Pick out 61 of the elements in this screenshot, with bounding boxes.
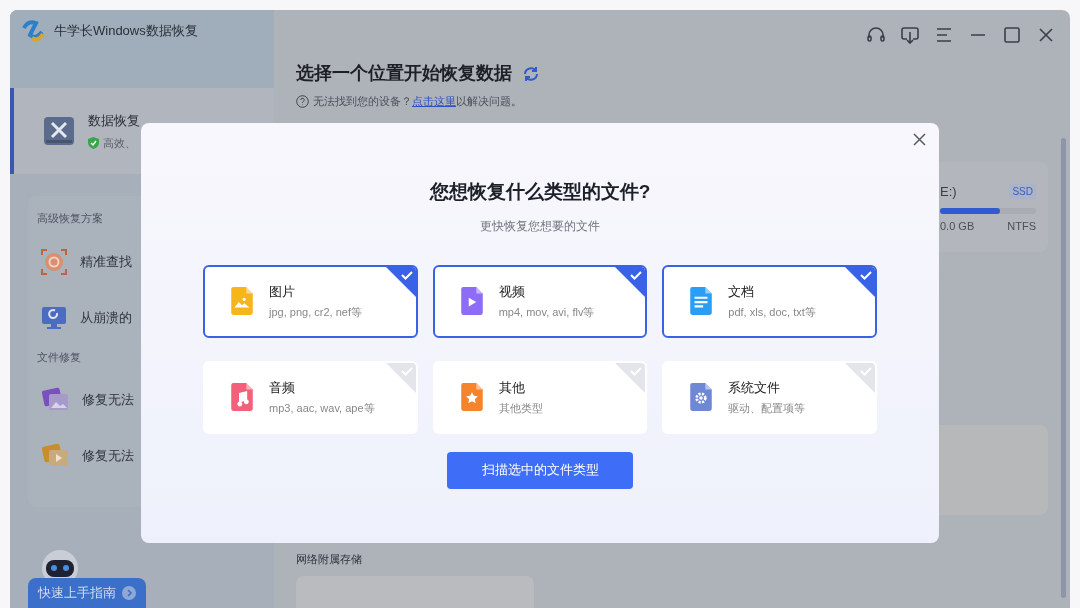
file-type-extensions: mp4, mov, avi, flv等 xyxy=(498,305,595,320)
sidebar-item-subtitle: 高效、 xyxy=(103,135,136,151)
dialog-title: 您想恢复什么类型的文件? xyxy=(429,180,651,204)
file-type-extensions: 其他类型 xyxy=(498,401,543,416)
file-type-name: 其他 xyxy=(498,378,526,397)
file-type-card[interactable]: 视频 mp4, mov, avi, flv等 xyxy=(432,264,648,338)
sidebar-item[interactable]: 修复无法 xyxy=(28,431,264,481)
corner-check-icon xyxy=(845,362,875,393)
document-icon xyxy=(688,287,715,315)
file-type-card[interactable]: 音频 mp3, aac, wav, ape等 xyxy=(203,360,418,434)
scrollbar[interactable] xyxy=(1061,138,1066,598)
page-title: 选择一个位置开始恢复数据 xyxy=(296,62,512,85)
file-type-card[interactable]: 图片 jpg, png, cr2, nef等 xyxy=(203,264,418,338)
scan-button[interactable]: 扫描选中的文件类型 xyxy=(447,451,633,489)
file-type-name: 音频 xyxy=(269,378,296,397)
app-logo-icon xyxy=(20,18,46,44)
corner-check-icon xyxy=(615,362,646,393)
star-file-icon xyxy=(458,383,485,411)
section-heading: 高级恢复方案 xyxy=(36,211,104,226)
drive-name: E:) xyxy=(940,183,957,201)
app-title: 牛学长Windows数据恢复 xyxy=(54,22,198,41)
sidebar-item-label: 数据恢复 xyxy=(88,112,140,130)
close-icon xyxy=(912,132,926,146)
chevron-right-icon xyxy=(122,586,136,600)
file-type-extensions: 驱动、配置项等 xyxy=(728,401,806,416)
file-type-card[interactable]: 文档 pdf, xls, doc, txt等 xyxy=(662,264,877,338)
dialog-subtitle: 更快恢复您想要的文件 xyxy=(480,217,600,235)
drive-filesystem: NTFS xyxy=(1007,218,1036,234)
file-type-card[interactable]: 系统文件 驱动、配置项等 xyxy=(662,360,877,434)
quick-start-guide-button[interactable]: 快速上手指南 xyxy=(28,578,146,608)
drive-type-tag: SSD xyxy=(1009,184,1036,200)
file-type-extensions: jpg, png, cr2, nef等 xyxy=(269,305,362,320)
help-icon xyxy=(296,94,309,108)
file-type-extensions: pdf, xls, doc, txt等 xyxy=(728,305,816,320)
target-icon xyxy=(40,247,68,276)
picture-file-icon xyxy=(229,287,255,315)
section-heading: 文件修复 xyxy=(36,349,82,365)
file-type-extensions: mp3, aac, wav, ape等 xyxy=(269,401,375,416)
menu-icon[interactable] xyxy=(934,25,954,45)
corner-check-icon xyxy=(615,266,646,297)
section-heading: 网络附属存储 xyxy=(296,552,362,567)
help-link[interactable]: 点击这里 xyxy=(412,95,456,107)
refresh-icon[interactable] xyxy=(522,64,540,83)
file-type-name: 系统文件 xyxy=(728,378,782,397)
file-type-name: 视频 xyxy=(498,282,526,301)
tools-drive-icon xyxy=(42,114,76,148)
drive-size: 0.0 GB xyxy=(940,218,975,234)
file-type-name: 文档 xyxy=(728,282,756,301)
file-type-card[interactable]: 其他 其他类型 xyxy=(432,360,648,434)
corner-check-icon xyxy=(385,266,416,297)
gear-file-icon xyxy=(688,383,715,411)
corner-check-icon xyxy=(385,362,416,393)
corner-check-icon xyxy=(845,266,875,297)
help-text: 无法找到您的设备？点击这里以解决问题。 xyxy=(313,94,522,109)
play-file-icon xyxy=(458,287,485,315)
maximize-icon[interactable] xyxy=(1002,25,1022,45)
music-file-icon xyxy=(229,383,255,411)
download-screen-icon[interactable] xyxy=(900,25,920,45)
shield-check-icon xyxy=(88,136,99,149)
headset-icon[interactable] xyxy=(866,25,886,45)
file-type-name: 图片 xyxy=(269,282,296,301)
